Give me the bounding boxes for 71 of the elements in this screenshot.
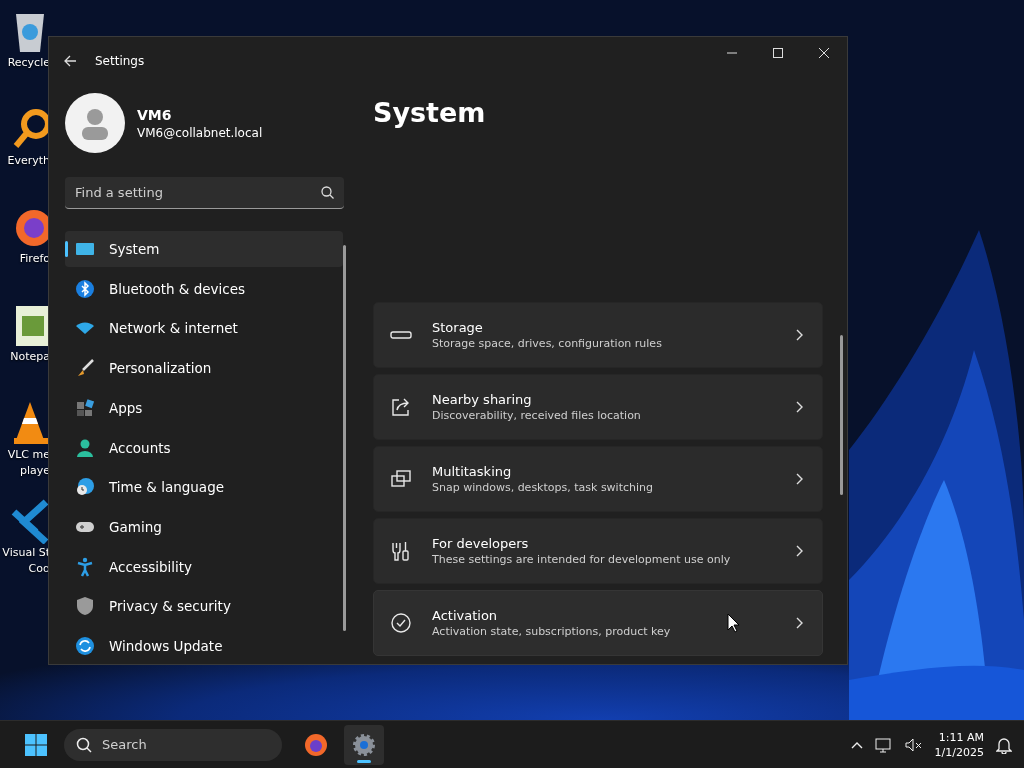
clock-date[interactable]: 1/1/2025 [934, 744, 984, 760]
clock-globe-icon [75, 477, 95, 498]
card-title: Storage [432, 320, 484, 335]
nav-item[interactable]: Personalization [65, 350, 343, 386]
bell-icon [996, 735, 1012, 754]
settings-card[interactable]: Storage Storage space, drives, configuration rules [373, 302, 823, 368]
scrollbar[interactable] [840, 335, 843, 495]
chevron-right-icon [796, 401, 804, 413]
shield-icon [75, 596, 95, 617]
refresh-icon [75, 636, 95, 657]
settings-card[interactable]: Nearby sharing Discoverability, received files location [373, 374, 823, 440]
find-setting-field[interactable]: Find a setting [65, 177, 344, 209]
card-title: Multitasking [432, 464, 513, 479]
chevron-right-icon [796, 617, 804, 629]
taskbar-app[interactable] [344, 724, 384, 765]
apps-icon [75, 397, 95, 418]
chevron-right-icon [796, 545, 804, 557]
taskbar-search-field[interactable]: Search [64, 728, 282, 761]
card-subtitle: Snap windows, desktops, task switching [432, 481, 654, 494]
card-subtitle: Storage space, drives, configuration rules [432, 337, 663, 350]
scrollbar[interactable] [343, 245, 346, 631]
accessibility-figure-icon [75, 556, 95, 577]
settings-card[interactable]: Multitasking Snap windows, desktops, task switching [373, 446, 823, 512]
check-circle-icon [390, 612, 412, 634]
page-title: System [373, 97, 487, 128]
card-title: Activation [432, 608, 499, 623]
bluetooth-icon [75, 278, 95, 299]
firefox-icon [304, 732, 328, 757]
clock-time[interactable]: 1:11 AM [938, 729, 984, 745]
settings-card[interactable]: For developers These settings are intended for development use only [373, 518, 823, 584]
desktop-icon-label[interactable]: Recycle [7, 56, 50, 70]
nav-item[interactable]: Time & language [65, 469, 343, 506]
search-icon [321, 186, 334, 199]
nav-item[interactable]: Apps [65, 389, 343, 426]
search-icon [76, 736, 92, 753]
brush-icon [75, 358, 95, 379]
windows-logo-icon [24, 732, 48, 757]
maximize-icon [773, 48, 783, 58]
desktop-icon-label[interactable]: playe [19, 464, 50, 478]
card-subtitle: These settings are intended for development use only [432, 553, 732, 566]
nav-item[interactable]: System [65, 231, 343, 267]
share-icon [390, 396, 412, 418]
nav-item[interactable]: Privacy & security [65, 588, 343, 625]
card-title: For developers [432, 536, 530, 551]
nav-item[interactable]: Accessibility [65, 548, 343, 585]
chevron-up-icon [850, 740, 863, 749]
desktop-icon-label[interactable]: Notepa [10, 350, 50, 364]
gear-icon [352, 732, 376, 757]
close-icon [819, 48, 829, 58]
profile-name: VM6 [137, 106, 173, 123]
cursor-icon [727, 613, 740, 633]
nav-item[interactable]: Network & internet [65, 310, 343, 347]
profile-email: VM6@collabnet.local [137, 125, 263, 140]
chevron-right-icon [796, 473, 804, 485]
windows-stack-icon [390, 468, 412, 490]
card-title: Nearby sharing [432, 392, 533, 407]
settings-card[interactable]: Activation Activation state, subscriptions, product key [373, 590, 823, 656]
card-subtitle: Activation state, subscriptions, product key [432, 625, 672, 638]
nav-item[interactable]: Accounts [65, 429, 343, 466]
nav-item[interactable]: Bluetooth & devices [65, 270, 343, 307]
person-icon [75, 437, 95, 458]
window-title: Settings [95, 54, 145, 68]
nav-item[interactable]: Windows Update [65, 628, 343, 664]
speaker-muted-icon [904, 736, 923, 753]
avatar [65, 93, 125, 153]
back-arrow-icon [63, 54, 77, 68]
tools-icon [390, 540, 412, 562]
nav-item[interactable]: Gaming [65, 509, 343, 545]
code-editor-icon [10, 498, 50, 544]
chevron-right-icon [796, 329, 804, 341]
card-subtitle: Discoverability, received files location [432, 409, 642, 422]
